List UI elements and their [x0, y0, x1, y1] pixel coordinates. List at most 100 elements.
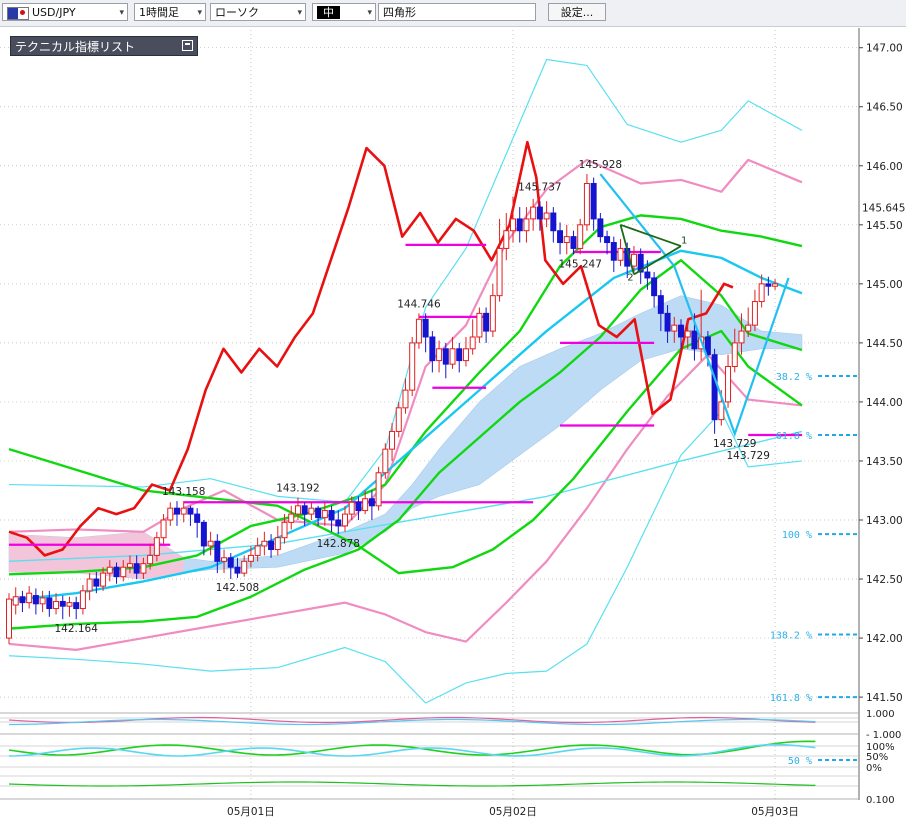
- candle-body: [382, 448, 389, 474]
- candle-body: [254, 545, 261, 556]
- candle-body: [557, 230, 564, 244]
- chart-area[interactable]: 38.2 % 61.8 % 100 % 138.2 % 161.8 % 1 2 142.164…: [0, 27, 906, 819]
- y-tick-label: 144.50: [866, 338, 903, 350]
- candle-body: [147, 554, 154, 565]
- candle-body: [422, 318, 429, 338]
- candle-body: [133, 563, 140, 574]
- candle-body: [745, 324, 752, 332]
- candle-body: [241, 560, 248, 574]
- indicator-list-panel[interactable]: テクニカル指標リスト: [10, 36, 198, 56]
- candle-body: [288, 513, 295, 523]
- candle-body: [59, 600, 66, 607]
- line-width-select[interactable]: 中 ▾: [312, 3, 376, 21]
- toolbar: USD/JPY ▾ 1時間足 ▾ ローソク ▾ 中 ▾ 四角形 設定...: [0, 0, 906, 27]
- candle-body: [583, 182, 590, 226]
- price-chart[interactable]: 38.2 % 61.8 % 100 % 138.2 % 161.8 % 1 2 142.164…: [0, 27, 906, 819]
- y-tick-label: 145.50: [866, 220, 903, 232]
- candle-body: [281, 521, 288, 539]
- price-annotation: 143.158: [162, 486, 205, 498]
- candle-body: [368, 498, 375, 507]
- chevron-down-icon: ▾: [297, 8, 302, 18]
- candle-body: [664, 312, 671, 332]
- candle-body: [610, 242, 617, 261]
- candle-body: [725, 366, 732, 403]
- candle-body: [321, 510, 328, 519]
- line-width-label: 中: [317, 6, 340, 19]
- candle-body: [550, 212, 557, 232]
- candle-body: [160, 519, 167, 539]
- candle-body: [389, 430, 396, 450]
- price-annotation: 145.247: [558, 258, 601, 270]
- x-tick-label: 05月01日: [227, 806, 275, 818]
- candle-body: [751, 301, 758, 326]
- candle-body: [268, 540, 275, 551]
- candle-body: [375, 472, 382, 507]
- candle-body: [442, 348, 449, 365]
- candle-body: [476, 312, 483, 338]
- candle-body: [187, 507, 194, 515]
- price-annotation: 145.737: [518, 181, 561, 193]
- candle-body: [597, 218, 604, 238]
- sub-panel-label: 0%: [866, 763, 882, 774]
- symbol-select[interactable]: USD/JPY ▾: [2, 3, 128, 21]
- candle-body: [194, 513, 201, 523]
- candle-body: [328, 510, 335, 521]
- candle-body: [221, 557, 228, 562]
- candle-body: [167, 507, 174, 521]
- triangle-line: [620, 223, 682, 247]
- candle-body: [335, 519, 342, 527]
- candle-body: [294, 505, 301, 515]
- candle-body: [765, 283, 772, 287]
- y-tick-label: 141.50: [866, 692, 903, 704]
- candle-body: [644, 271, 651, 279]
- candle-body: [315, 507, 322, 519]
- y-tick-label: 143.00: [866, 515, 903, 527]
- settings-label: 設定...: [560, 6, 594, 19]
- sub-panel-label: 1.000: [866, 709, 895, 720]
- sub-panel-label: 0.100: [866, 795, 895, 806]
- candle-body: [402, 389, 409, 409]
- sub-panel-label: 50%: [866, 752, 888, 763]
- candle-body: [523, 218, 530, 232]
- minimize-icon[interactable]: [182, 40, 193, 51]
- price-annotation: 142.164: [54, 623, 98, 635]
- candle-body: [409, 342, 416, 391]
- chart-type-select[interactable]: ローソク ▾: [210, 3, 306, 21]
- candle-body: [79, 590, 86, 610]
- candle-body: [362, 498, 369, 512]
- chevron-down-icon: ▾: [119, 8, 124, 18]
- timeframe-label: 1時間足: [139, 6, 179, 19]
- flags-icon: [7, 6, 29, 20]
- drawing-tool-select[interactable]: 四角形: [378, 3, 536, 21]
- candle-body: [678, 324, 684, 338]
- current-price-label: 145.645: [862, 203, 905, 215]
- candle-body: [200, 521, 207, 547]
- candle-body: [120, 566, 127, 578]
- candle-body: [731, 342, 738, 367]
- timeframe-select[interactable]: 1時間足 ▾: [134, 3, 206, 21]
- candle-body: [100, 572, 107, 587]
- chart-type-label: ローソク: [215, 6, 259, 19]
- candle-body: [126, 563, 133, 568]
- y-tick-label: 145.00: [866, 279, 903, 291]
- candle-body: [12, 596, 19, 606]
- candle-body: [429, 336, 436, 362]
- pattern-point-label: 2: [627, 272, 633, 283]
- chevron-down-icon: ▾: [197, 8, 202, 18]
- candle-body: [140, 563, 147, 574]
- settings-button[interactable]: 設定...: [548, 3, 606, 21]
- candle-body: [617, 247, 624, 261]
- candle-body: [489, 295, 496, 332]
- candle-body: [536, 206, 543, 220]
- candle-body: [355, 501, 362, 512]
- candle-body: [483, 312, 490, 332]
- candle-body: [308, 507, 315, 515]
- candle-body: [543, 212, 550, 220]
- fib-level-label: 61.8 %: [776, 431, 812, 442]
- candle-body: [469, 336, 476, 350]
- x-tick-label: 05月03日: [751, 806, 799, 818]
- candle-body: [691, 330, 698, 350]
- candle-body: [684, 330, 691, 338]
- candle-body: [32, 595, 39, 605]
- indicator-list-label: テクニカル指標リスト: [15, 40, 136, 54]
